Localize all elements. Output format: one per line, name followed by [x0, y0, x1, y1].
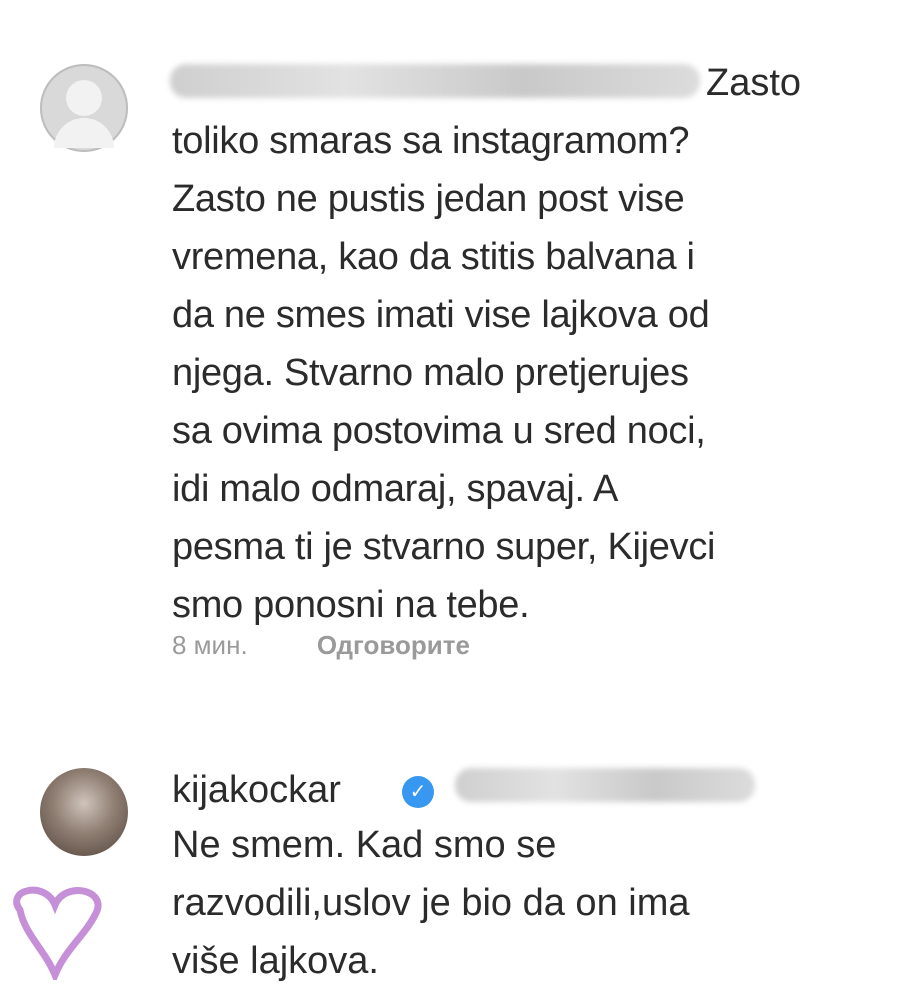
heart-icon: [13, 886, 102, 980]
comment-meta: 8 мин. Одговорите: [172, 630, 470, 661]
avatar[interactable]: [40, 64, 128, 152]
comment-text: toliko smaras sa instagramom? Zasto ne p…: [172, 120, 716, 626]
comment-text: Ne smem. Kad smo se razvodili,uslov je b…: [172, 824, 690, 982]
blurred-username: [170, 64, 700, 98]
username[interactable]: kijakockar: [172, 764, 341, 816]
blurred-username: [455, 768, 755, 802]
comment-text-start: Zasto: [706, 62, 802, 104]
verified-badge-icon: ✓: [402, 776, 434, 808]
comment-time: 8 мин.: [172, 630, 248, 660]
reply-button[interactable]: Одговорите: [317, 630, 470, 660]
default-avatar-icon: [66, 80, 102, 116]
avatar[interactable]: [40, 768, 128, 856]
